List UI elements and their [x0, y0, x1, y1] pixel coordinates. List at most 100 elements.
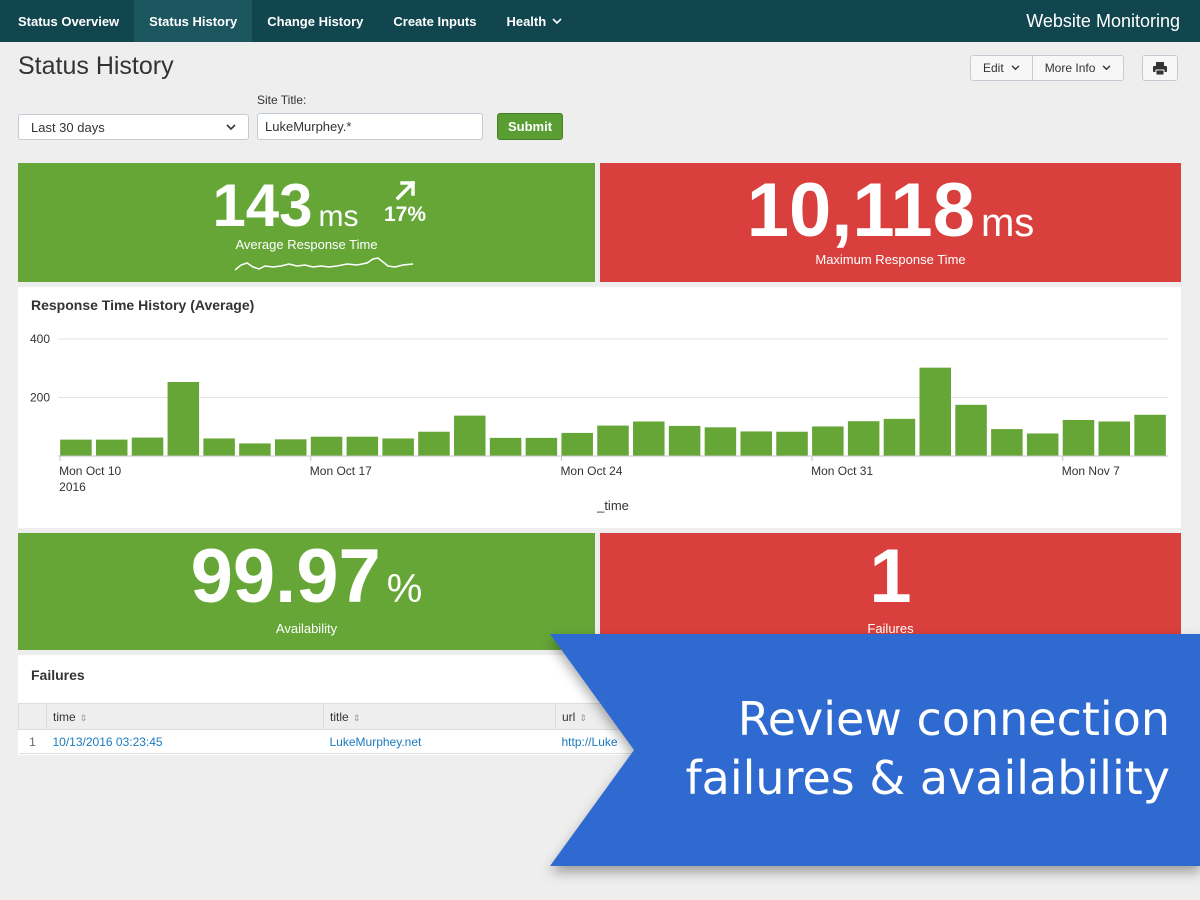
max-response-panel: 10,118 ms Maximum Response Time: [600, 163, 1181, 282]
x-tick-sublabel: 2016: [59, 480, 86, 494]
column-header-label: title: [330, 709, 349, 724]
edit-button[interactable]: Edit: [970, 55, 1033, 81]
chart-bar: [812, 426, 844, 456]
max-response-unit: ms: [980, 201, 1035, 245]
chart-bar: [740, 431, 772, 456]
chart-bar: [776, 431, 808, 456]
y-tick-label: 200: [30, 391, 50, 405]
app-title: Website Monitoring: [1026, 10, 1180, 31]
nav-health-label: Health: [506, 13, 547, 29]
avg-response-panel: 143 ms 17% Average Response Time: [18, 163, 595, 282]
chevron-down-icon: [226, 123, 236, 130]
banner-text: Review connection failures & availabilit…: [685, 690, 1170, 808]
cell-title[interactable]: LukeMurphey.net: [323, 729, 556, 754]
table-row: 1 10/13/2016 03:23:45 LukeMurphey.net ht…: [18, 729, 638, 754]
x-tick-label: Mon Oct 31: [811, 464, 873, 478]
nav-status-history[interactable]: Status History: [134, 0, 253, 42]
edit-more-group: Edit More Info: [970, 55, 1125, 81]
cell-url[interactable]: http://Luke: [555, 729, 638, 754]
chart-bar: [489, 437, 522, 456]
page-title: Status History: [18, 52, 174, 80]
avg-response-label: Average Response Time: [235, 237, 378, 252]
chevron-down-icon: [552, 17, 562, 24]
more-info-label: More Info: [1044, 61, 1096, 75]
x-axis-label: _time: [596, 498, 629, 513]
chart-bar: [991, 429, 1023, 456]
avg-response-trend: 17%: [384, 203, 427, 226]
failures-count-value: 1: [869, 534, 912, 619]
failures-count-panel: 1 Failures: [600, 533, 1181, 650]
chart-bar: [60, 439, 92, 456]
chart-bar: [847, 421, 880, 456]
chart-bar: [525, 437, 558, 456]
chart-bar: [1026, 433, 1059, 456]
submit-button[interactable]: Submit: [497, 113, 563, 140]
nav-health[interactable]: Health: [491, 0, 577, 42]
nav-change-history[interactable]: Change History: [252, 0, 378, 42]
x-tick-label: Mon Oct 24: [560, 464, 622, 478]
chart-bar: [203, 438, 235, 456]
site-title-label: Site Title:: [257, 93, 307, 107]
column-header-label: url: [562, 709, 576, 724]
chart-bar: [633, 421, 665, 456]
x-tick-label: Mon Oct 17: [310, 464, 372, 478]
x-tick-label: Mon Nov 7: [1062, 464, 1120, 478]
row-number: 1: [18, 729, 47, 754]
print-icon: [1153, 61, 1167, 75]
column-header-title[interactable]: title ⇕: [323, 703, 556, 730]
time-range-value: Last 30 days: [31, 119, 105, 135]
response-chart-panel: Response Time History (Average) 200 400 Mo…: [18, 287, 1181, 528]
chart-bar: [1098, 421, 1131, 456]
availability-label: Availability: [275, 621, 338, 636]
chart-bar: [704, 427, 737, 456]
chart-bar: [418, 431, 450, 456]
sparkline: [235, 257, 414, 271]
failures-table-title: Failures: [31, 667, 85, 683]
chart-bar: [310, 436, 343, 456]
trend-up-icon: [395, 180, 416, 201]
chevron-down-icon: [1011, 65, 1020, 71]
max-response-label: Maximum Response Time: [815, 252, 966, 267]
chart-bar: [346, 436, 379, 456]
availability-unit: %: [386, 567, 423, 611]
y-tick-label: 400: [30, 332, 50, 346]
availability-panel: 99.97% Availability: [18, 533, 595, 650]
chart-bar: [167, 381, 200, 456]
chart-bar: [274, 439, 307, 456]
more-info-button[interactable]: More Info: [1032, 55, 1125, 81]
chart-bar: [597, 425, 629, 456]
chart-bar: [955, 404, 987, 456]
chart-bar: [919, 367, 952, 456]
column-header-time[interactable]: time ⇕: [46, 703, 324, 730]
chart-bar: [668, 425, 701, 456]
nav-status-overview[interactable]: Status Overview: [0, 0, 134, 42]
chart-bar: [382, 438, 414, 456]
sort-icon: ⇕: [79, 712, 88, 723]
chart-bar: [95, 439, 128, 456]
max-response-value: 10,118: [746, 168, 975, 253]
column-header-url[interactable]: url ⇕: [555, 703, 638, 730]
chart-bar: [1062, 420, 1095, 456]
top-nav: Status Overview Status History Change Hi…: [0, 0, 1200, 42]
banner-line-2: failures & availability: [685, 751, 1170, 805]
sort-icon: ⇕: [352, 712, 361, 723]
failures-table: time ⇕ title ⇕ url ⇕ 1 10/13/2016 03:23:45 …: [18, 703, 638, 754]
failures-count-label: Failures: [867, 621, 914, 636]
x-tick-label: Mon Oct 10: [59, 464, 121, 478]
edit-label: Edit: [983, 61, 1004, 75]
chart-bar: [883, 418, 916, 456]
print-button[interactable]: [1142, 55, 1178, 81]
site-title-input[interactable]: [257, 113, 483, 140]
response-time-chart: 200 400 Mon Oct 10 2016 Mon Oct 17 Mon Oct 24…: [30, 332, 1168, 513]
cell-time[interactable]: 10/13/2016 03:23:45: [46, 729, 324, 754]
sort-icon: ⇕: [579, 712, 587, 723]
availability-value: 99.97: [190, 534, 381, 619]
avg-response-unit: ms: [318, 200, 359, 233]
chart-bar: [239, 443, 271, 456]
chart-bar: [1134, 414, 1166, 456]
time-range-dropdown[interactable]: Last 30 days: [18, 114, 249, 140]
nav-create-inputs[interactable]: Create Inputs: [378, 0, 491, 42]
chart-bar: [561, 432, 593, 456]
avg-response-value: 143: [212, 172, 313, 239]
rownum-header: [18, 703, 47, 730]
